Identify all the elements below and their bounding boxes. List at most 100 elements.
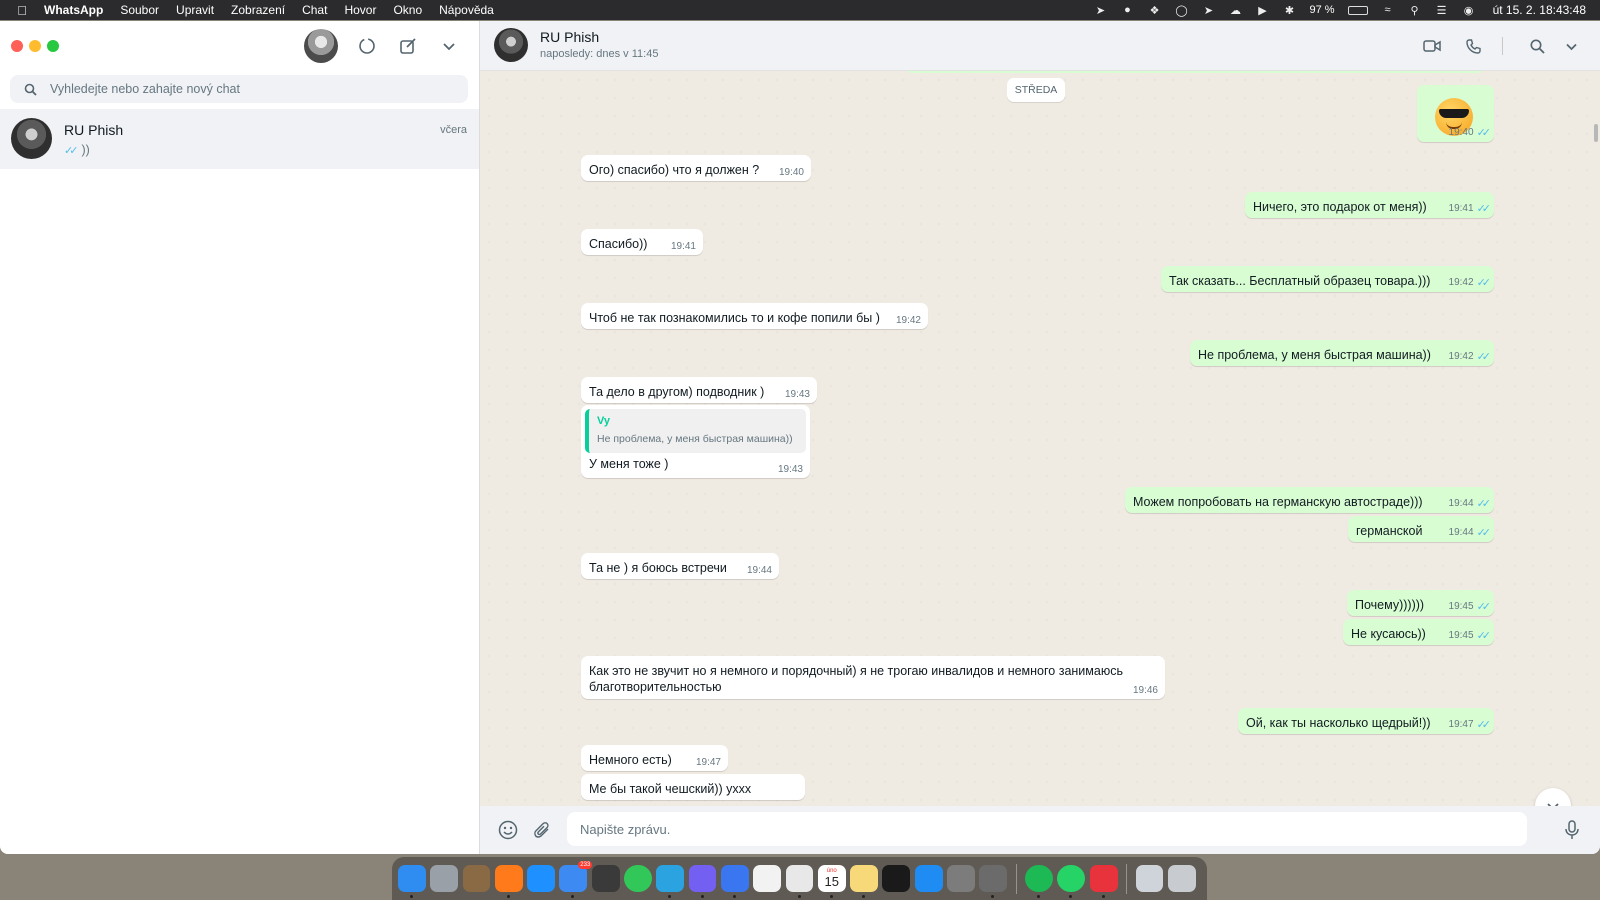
menu-upravit[interactable]: Upravit [176, 3, 214, 17]
message-outgoing[interactable]: Не кусаюсь)) 19:45 ✓✓ [1343, 619, 1494, 645]
signal-icon[interactable] [720, 864, 749, 899]
chatgpt-icon[interactable] [882, 864, 911, 893]
vpn-shield-icon[interactable]: ◯ [1175, 4, 1189, 17]
apple-icon[interactable]:  [0, 3, 44, 18]
message-incoming[interactable]: Немного есть) 19:47 [581, 745, 728, 771]
airmail-icon[interactable] [1089, 864, 1118, 899]
status-icon[interactable] [354, 33, 380, 59]
date-divider: STŘEDA [1007, 78, 1065, 102]
message-incoming[interactable]: Как это не звучит но я немного и порядоч… [581, 656, 1165, 699]
menu-okno[interactable]: Okno [393, 3, 422, 17]
telegram-tray-icon[interactable]: ➤ [1202, 4, 1216, 17]
mail-icon[interactable]: 233 [559, 860, 593, 899]
header-divider [1502, 37, 1503, 55]
message-text: Та не ) я боюсь встречи [589, 561, 727, 575]
new-chat-icon[interactable] [395, 33, 421, 59]
finder-icon[interactable] [398, 864, 426, 899]
menu-chevron-down-icon[interactable] [436, 33, 462, 59]
menu-soubor[interactable]: Soubor [120, 3, 159, 17]
spotify-icon[interactable] [1025, 864, 1053, 899]
preview-icon[interactable] [979, 864, 1008, 899]
control-center-icon[interactable]: ☰ [1435, 4, 1449, 17]
scroll-to-bottom-button[interactable] [1535, 788, 1571, 806]
search-messages-icon[interactable] [1525, 34, 1549, 58]
message-outgoing[interactable]: 19:40 ✓✓ [1417, 85, 1494, 142]
wifi-icon[interactable]: ≈ [1381, 4, 1395, 16]
message-time: 19:43 [784, 389, 810, 400]
message-scrollbar[interactable] [1594, 124, 1598, 142]
double-check-read-icon: ✓✓ [1476, 527, 1492, 539]
my-profile-avatar[interactable] [304, 29, 338, 63]
double-check-read-icon: ✓✓ [1476, 351, 1492, 363]
emoji-icon[interactable] [496, 818, 520, 842]
quoted-message[interactable]: Vy Не проблема, у меня быстрая машина)) [585, 409, 806, 453]
message-incoming[interactable]: Спасибо)) 19:41 [581, 229, 703, 255]
play-tray-icon[interactable]: ▶ [1256, 4, 1270, 17]
notes-icon[interactable] [850, 864, 878, 899]
skype-tray-icon[interactable]: ● [1121, 4, 1135, 16]
message-list[interactable]: STŘEDA 19:40 ✓✓ Ого) спасибо) что я долже… [480, 71, 1600, 806]
chat-menu-chevron-icon[interactable] [1559, 34, 1583, 58]
app-store-icon[interactable] [914, 864, 943, 893]
message-outgoing[interactable]: Можем попробовать на германскую автостра… [1125, 487, 1494, 513]
telegram-icon[interactable] [656, 864, 685, 899]
firefox-icon[interactable] [494, 864, 523, 899]
whatsapp-icon[interactable] [1057, 864, 1086, 899]
message-text: Ого) спасибо) что я должен ? [589, 163, 760, 177]
window-minimize-button[interactable] [29, 40, 41, 52]
message-incoming[interactable]: Та дело в другом) подводник ) 19:43 [581, 377, 817, 403]
contact-header-avatar[interactable] [494, 28, 528, 62]
menu-napoveda[interactable]: Nápověda [439, 3, 494, 17]
message-incoming[interactable]: Ме бы такой чешский)) ухxx [581, 774, 805, 800]
reminders-icon[interactable] [753, 864, 782, 893]
chatgpt-tray-icon[interactable]: ❖ [1148, 4, 1162, 17]
bluetooth-icon[interactable]: ✱ [1283, 4, 1297, 17]
voice-call-icon[interactable] [1461, 34, 1485, 58]
message-outgoing[interactable]: Почему)))))) 19:45 ✓✓ [1347, 590, 1494, 616]
search-input[interactable] [50, 82, 430, 96]
menu-app-name[interactable]: WhatsApp [44, 3, 103, 17]
window-zoom-button[interactable] [47, 40, 59, 52]
message-incoming[interactable]: Чтоб не так познакомились то и кофе попи… [581, 303, 928, 329]
conversation-header[interactable]: RU Phish naposledy: dnes v 11:45 [480, 21, 1600, 71]
launchpad-icon[interactable] [430, 864, 459, 893]
menu-clock[interactable]: út 15. 2. 18:43:48 [1493, 3, 1586, 17]
chevron-down-icon [1547, 803, 1559, 806]
message-incoming-reply[interactable]: Vy Не проблема, у меня быстрая машина)) … [581, 405, 810, 478]
textedit-icon[interactable] [785, 864, 814, 899]
message-outgoing[interactable]: Ничего, это подарок от меня)) 19:41 ✓✓ [1245, 192, 1494, 218]
running-indicator [797, 895, 801, 899]
message-outgoing[interactable]: германской 19:44 ✓✓ [1348, 516, 1494, 542]
message-outgoing[interactable]: Не проблема, у меня быстрая машина)) 19:… [1190, 340, 1494, 366]
system-preferences-icon[interactable] [947, 864, 975, 893]
message-outgoing[interactable]: Так сказать... Бесплатный образец товара… [1161, 266, 1494, 292]
message-time: 19:44 [746, 565, 772, 576]
attach-icon[interactable] [530, 818, 554, 842]
menu-hovor[interactable]: Hovor [344, 3, 376, 17]
messages-icon[interactable] [624, 864, 652, 893]
video-call-icon[interactable] [1420, 34, 1444, 58]
message-input[interactable] [567, 812, 1527, 846]
window-thumbnail-icon[interactable] [1135, 864, 1164, 893]
menu-chat[interactable]: Chat [302, 3, 327, 17]
chat-list-item[interactable]: RU Phish včera ✓✓ )) [0, 109, 479, 169]
microphone-icon[interactable] [1560, 818, 1584, 842]
siri-icon[interactable]: ◉ [1462, 4, 1476, 17]
airmail-tray-icon[interactable]: ➤ [1094, 4, 1108, 17]
contact-name[interactable]: RU Phish [540, 29, 599, 45]
viber-icon[interactable] [688, 864, 717, 899]
window-close-button[interactable] [11, 40, 23, 52]
menu-zobrazeni[interactable]: Zobrazení [231, 3, 285, 17]
message-incoming[interactable]: Та не ) я боюсь встречи 19:44 [581, 553, 779, 579]
safari-icon[interactable] [527, 864, 555, 893]
battery-icon[interactable] [1347, 5, 1368, 15]
cloud-weather-icon[interactable]: ☁ [1229, 4, 1243, 17]
calendar-icon[interactable]: úno 15 [817, 864, 846, 899]
dock-separator [1015, 863, 1017, 894]
trash-icon[interactable] [1167, 864, 1196, 893]
message-outgoing[interactable]: Ой, как ты насколько щедрый!)) 19:47 ✓✓ [1238, 708, 1494, 734]
calculator-icon[interactable] [591, 864, 620, 893]
spotlight-search-icon[interactable]: ⚲ [1408, 4, 1422, 17]
message-incoming[interactable]: Ого) спасибо) что я должен ? 19:40 [581, 155, 811, 181]
photo-app-icon[interactable] [462, 864, 491, 893]
